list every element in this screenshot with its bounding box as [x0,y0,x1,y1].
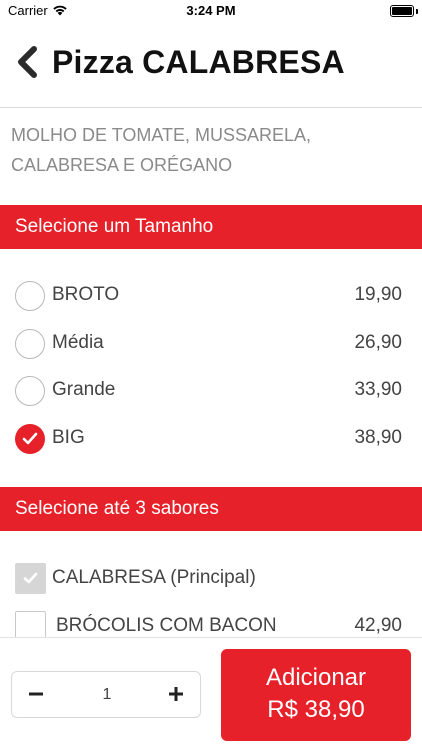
size-label: Grande [52,379,116,400]
flavors-section-header: Selecione até 3 sabores [0,487,422,531]
battery-icon [390,5,414,17]
radio-button[interactable] [15,376,45,406]
page-title: Pizza CALABRESA [52,44,345,80]
size-price: 38,90 [354,427,402,448]
plus-icon[interactable] [164,682,188,706]
size-label: BIG [52,427,85,448]
size-option-big[interactable]: BIG 38,90 [0,417,422,461]
flavor-price: 42,90 [354,615,402,636]
battery-cap [416,9,418,14]
size-price: 33,90 [354,379,402,400]
add-to-cart-button[interactable]: Adicionar R$ 38,90 [221,649,411,741]
flavor-label: BRÓCOLIS COM BACON [56,615,277,636]
flavor-label: CALABRESA (Principal) [52,567,256,588]
quantity-stepper: 1 [11,671,201,718]
size-option-grande[interactable]: Grande 33,90 [0,369,422,413]
product-description: MOLHO DE TOMATE, MUSSARELA, CALABRESA E … [11,125,312,175]
sizes-section-header: Selecione um Tamanho [0,205,422,249]
clock: 3:24 PM [186,3,236,18]
bottom-action-bar: 1 Adicionar R$ 38,90 [0,637,422,750]
size-option-broto[interactable]: BROTO 19,90 [0,274,422,318]
checkbox-disabled [15,563,46,594]
checkmark-icon [23,572,38,584]
add-button-price: R$ 38,90 [267,696,365,723]
back-chevron-icon[interactable] [12,44,42,80]
radio-button[interactable] [15,281,45,311]
flavor-option-calabresa: CALABRESA (Principal) [0,558,422,598]
size-label: Média [52,332,104,353]
status-bar: Carrier 3:24 PM [0,0,422,22]
checkmark-icon [22,432,38,445]
size-option-media[interactable]: Média 26,90 [0,322,422,366]
add-button-label: Adicionar [265,664,367,691]
size-label: BROTO [52,284,120,305]
navigation-bar: Pizza CALABRESA [0,22,422,108]
size-price: 26,90 [354,332,402,353]
radio-button-checked[interactable] [15,424,45,454]
size-price: 19,90 [354,284,402,305]
radio-button[interactable] [15,329,45,359]
